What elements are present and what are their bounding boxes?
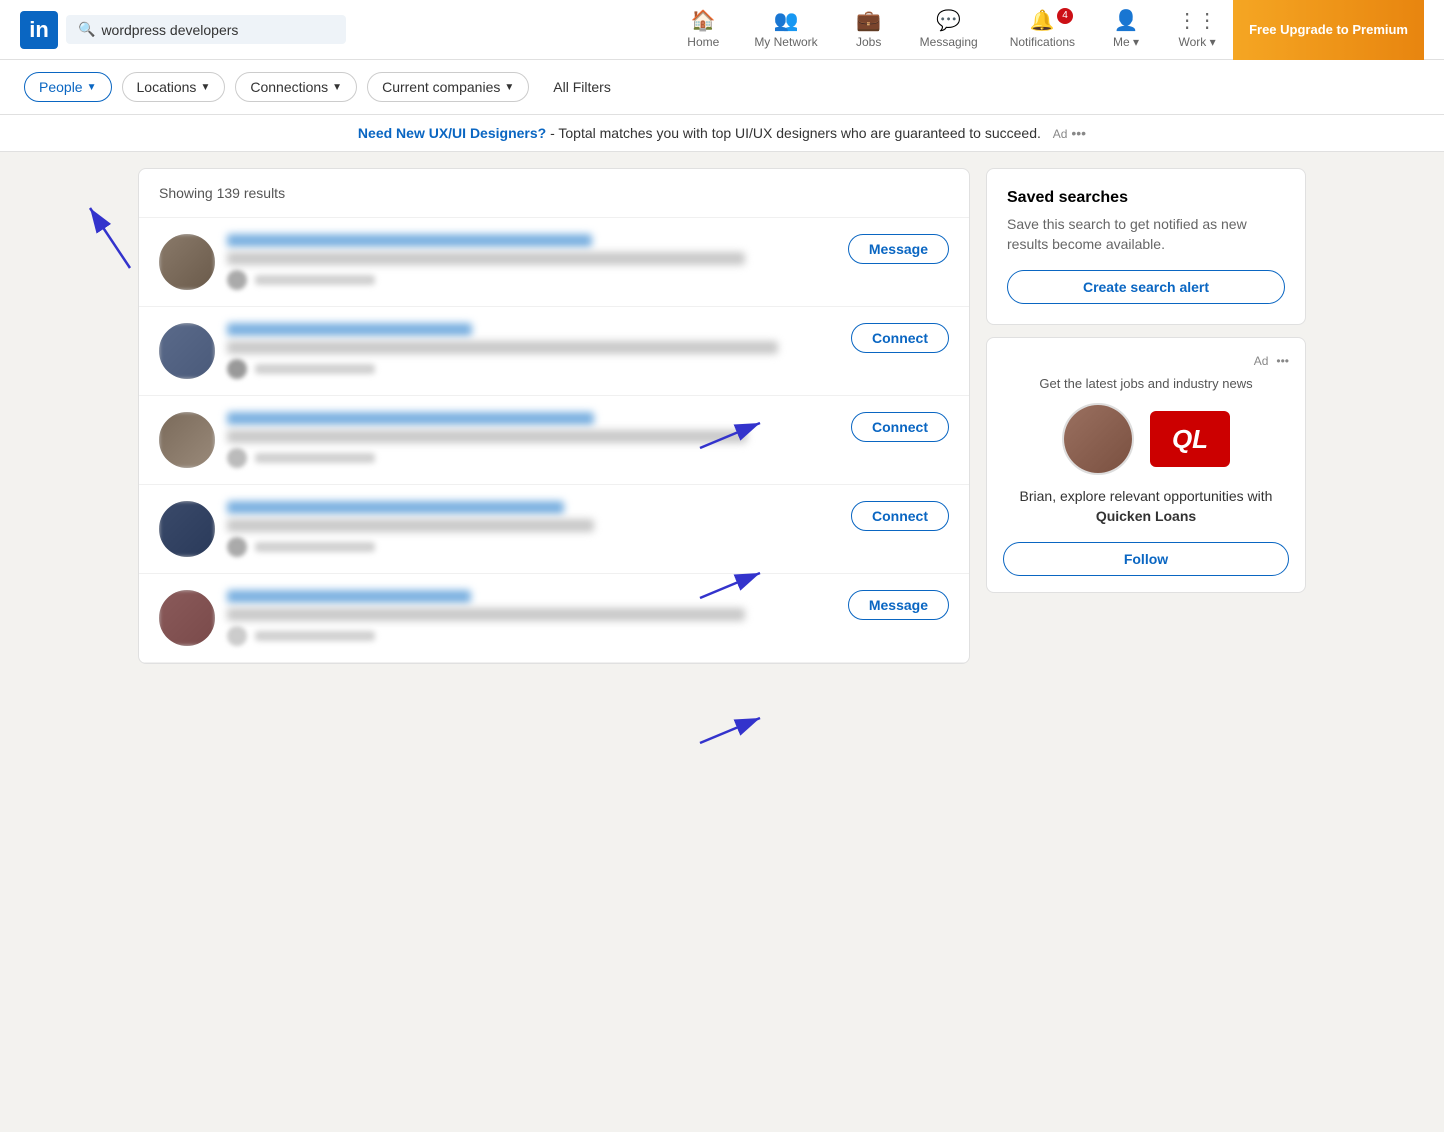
filter-connections-label: Connections xyxy=(250,79,328,95)
filter-bar: People ▼ Locations ▼ Connections ▼ Curre… xyxy=(0,60,1444,115)
avatar xyxy=(159,323,215,379)
result-action: Message xyxy=(848,590,949,620)
work-icon: ⋮⋮ xyxy=(1177,8,1217,33)
result-info xyxy=(227,590,836,646)
result-info xyxy=(227,234,836,290)
avatar xyxy=(159,234,215,290)
saved-searches-title: Saved searches xyxy=(1007,189,1285,207)
main-layout: Showing 139 results Message xyxy=(122,168,1322,664)
follow-button[interactable]: Follow xyxy=(1003,542,1289,576)
nav-label-jobs: Jobs xyxy=(856,35,881,49)
linkedin-logo[interactable]: in xyxy=(20,11,58,49)
nav-item-me[interactable]: 👤 Me ▾ xyxy=(1091,0,1161,60)
result-action: Connect xyxy=(851,501,949,531)
ad-card-logos: QL xyxy=(1003,403,1289,475)
nav-label-messaging: Messaging xyxy=(920,35,978,49)
create-search-alert-button[interactable]: Create search alert xyxy=(1007,270,1285,304)
avatar xyxy=(159,412,215,468)
home-icon: 🏠 xyxy=(691,8,716,33)
message-button[interactable]: Message xyxy=(848,234,949,264)
result-action: Connect xyxy=(851,412,949,442)
filter-people-label: People xyxy=(39,79,83,95)
table-row: Message xyxy=(139,218,969,307)
companies-chevron-icon: ▼ xyxy=(504,82,514,93)
ad-card-label: Ad xyxy=(1254,354,1269,368)
avatar xyxy=(159,590,215,646)
connect-button[interactable]: Connect xyxy=(851,323,949,353)
nav-item-home[interactable]: 🏠 Home xyxy=(668,0,738,60)
filter-current-companies-button[interactable]: Current companies ▼ xyxy=(367,72,529,102)
ad-company-logo: QL xyxy=(1150,411,1230,467)
search-icon: 🔍 xyxy=(78,21,95,38)
result-action: Connect xyxy=(851,323,949,353)
notifications-badge: 4 xyxy=(1057,8,1073,24)
nav-item-work[interactable]: ⋮⋮ Work ▾ xyxy=(1161,0,1233,60)
filter-people-button[interactable]: People ▼ xyxy=(24,72,112,102)
nav-label-home: Home xyxy=(687,35,719,49)
nav-item-messaging[interactable]: 💬 Messaging xyxy=(904,0,994,60)
filter-connections-button[interactable]: Connections ▼ xyxy=(235,72,357,102)
nav-label-work: Work ▾ xyxy=(1178,35,1215,49)
table-row: Connect xyxy=(139,485,969,574)
result-info xyxy=(227,412,839,468)
all-filters-button[interactable]: All Filters xyxy=(539,73,625,101)
sidebar: Saved searches Save this search to get n… xyxy=(986,168,1306,664)
ad-user-avatar xyxy=(1062,403,1134,475)
premium-upgrade-button[interactable]: Free Upgrade to Premium xyxy=(1233,0,1424,60)
ad-card-description: Brian, explore relevant opportunities wi… xyxy=(1003,487,1289,526)
message-button[interactable]: Message xyxy=(848,590,949,620)
nav-item-jobs[interactable]: 💼 Jobs xyxy=(834,0,904,60)
navbar: in 🔍 🏠 Home 👥 My Network 💼 Jobs 💬 Messag… xyxy=(0,0,1444,60)
connections-chevron-icon: ▼ xyxy=(332,82,342,93)
messaging-icon: 💬 xyxy=(936,8,961,33)
ad-card: Ad ••• Get the latest jobs and industry … xyxy=(986,337,1306,593)
table-row: Message xyxy=(139,574,969,663)
my-network-icon: 👥 xyxy=(774,8,799,33)
nav-label-my-network: My Network xyxy=(754,35,817,49)
avatar xyxy=(159,501,215,557)
ad-more-icon[interactable]: ••• xyxy=(1071,125,1086,141)
jobs-icon: 💼 xyxy=(856,8,881,33)
result-info xyxy=(227,501,839,557)
nav-label-notifications: Notifications xyxy=(1010,35,1075,49)
results-count: Showing 139 results xyxy=(139,169,969,218)
nav-label-me: Me ▾ xyxy=(1113,35,1139,49)
table-row: Connect xyxy=(139,396,969,485)
ad-card-body-text: Get the latest jobs and industry news xyxy=(1003,376,1289,391)
filter-locations-label: Locations xyxy=(137,79,197,95)
nav-items: 🏠 Home 👥 My Network 💼 Jobs 💬 Messaging 🔔… xyxy=(668,0,1424,60)
search-input[interactable] xyxy=(101,22,334,38)
nav-item-notifications[interactable]: 🔔 4 Notifications xyxy=(994,0,1091,60)
result-info xyxy=(227,323,839,379)
ad-banner: Need New UX/UI Designers? - Toptal match… xyxy=(0,115,1444,152)
search-bar[interactable]: 🔍 xyxy=(66,15,346,44)
ad-card-header: Ad ••• xyxy=(1003,354,1289,368)
notifications-icon: 🔔 xyxy=(1030,8,1055,33)
results-panel: Showing 139 results Message xyxy=(138,168,970,664)
saved-searches-description: Save this search to get notified as new … xyxy=(1007,215,1285,254)
me-avatar-icon: 👤 xyxy=(1114,8,1139,33)
ad-company-name: Quicken Loans xyxy=(1096,508,1196,524)
connect-button[interactable]: Connect xyxy=(851,501,949,531)
locations-chevron-icon: ▼ xyxy=(200,82,210,93)
people-chevron-icon: ▼ xyxy=(87,82,97,93)
ad-card-dots-icon[interactable]: ••• xyxy=(1276,354,1289,368)
saved-searches-card: Saved searches Save this search to get n… xyxy=(986,168,1306,325)
ad-banner-link[interactable]: Need New UX/UI Designers? xyxy=(358,125,546,141)
ad-label: Ad xyxy=(1053,127,1068,141)
table-row: Connect xyxy=(139,307,969,396)
ad-banner-text: - Toptal matches you with top UI/UX desi… xyxy=(550,125,1041,141)
connect-button[interactable]: Connect xyxy=(851,412,949,442)
filter-companies-label: Current companies xyxy=(382,79,500,95)
nav-item-my-network[interactable]: 👥 My Network xyxy=(738,0,833,60)
result-action: Message xyxy=(848,234,949,264)
filter-locations-button[interactable]: Locations ▼ xyxy=(122,72,226,102)
